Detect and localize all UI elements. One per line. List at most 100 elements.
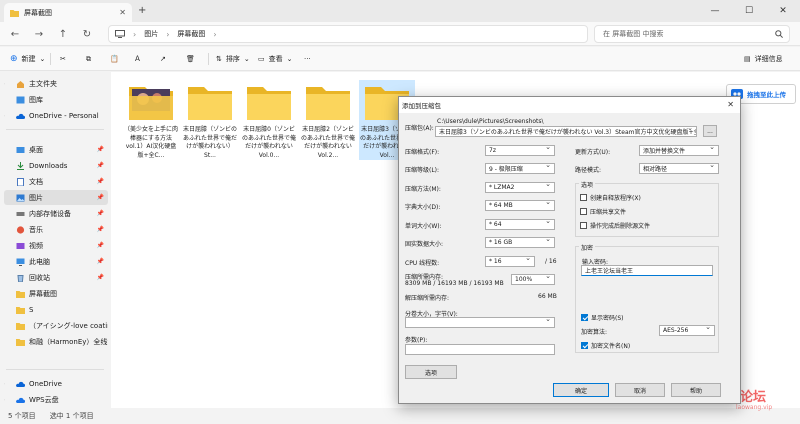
checkbox-label: 压缩共享文件 — [590, 209, 627, 216]
sidebar-item-home[interactable]: › 主文件夹 — [4, 76, 108, 91]
update-mode-select[interactable]: 添加并替换文件 — [639, 145, 719, 156]
new-button[interactable]: ⊕ 新建 ⌄ — [10, 52, 45, 66]
more-options-icon[interactable]: ··· — [304, 52, 311, 66]
file-item[interactable]: （美少女を上手に肉棒器にする方法 vol.1）AI汉化硬盘版+全C... — [123, 80, 179, 160]
divider — [50, 53, 51, 65]
sidebar-item-recycle-bin[interactable]: 回收站 📌 — [4, 270, 108, 285]
sidebar-item-icing-folder[interactable]: （アイシング-love coating — [4, 318, 108, 333]
checkbox-label: 加密文件名(N) — [591, 343, 631, 350]
close-window-button[interactable]: ✕ — [766, 0, 800, 22]
command-bar: ⊕ 新建 ⌄ ✂ ⧉ 📋 Ａ ↗ 🗑 ⇅ 排序 ⌄ ▭ 查看 ⌄ ··· ▤ 详… — [0, 47, 800, 71]
sidebar-item-pictures[interactable]: 图片 📌 — [4, 190, 108, 205]
browse-button[interactable]: ... — [703, 125, 717, 137]
sidebar-item-harmoney-folder[interactable]: 和融（HarmonEy）全线汉 — [4, 334, 108, 349]
rename-icon[interactable]: Ａ — [134, 52, 141, 66]
compression-level-select[interactable]: 9 - 极限压缩 — [485, 163, 555, 174]
split-volume-select[interactable] — [405, 317, 555, 328]
refresh-icon[interactable]: ↻ — [78, 26, 96, 42]
encryption-method-select[interactable]: AES-256 — [659, 325, 715, 336]
title-bar: 屏幕截图 ✕ + — ☐ ✕ — [0, 0, 800, 22]
sidebar-item-internal-storage[interactable]: 内部存储设备 📌 — [4, 206, 108, 221]
sidebar-item-gallery[interactable]: 图库 — [4, 92, 108, 107]
help-button[interactable]: 帮助 — [671, 383, 721, 397]
checkbox-label: 创建自释放程序(X) — [590, 195, 641, 202]
address-bar[interactable]: › 图片 › 屏幕截图 › — [108, 25, 588, 43]
path-mode-select[interactable]: 相对路径 — [639, 163, 719, 174]
sort-button[interactable]: ⇅ 排序 ⌄ — [216, 52, 250, 66]
back-arrow-icon[interactable]: ← — [6, 26, 24, 42]
compression-level-label: 压缩等级(L): — [405, 167, 440, 174]
options-button[interactable]: 选项 — [405, 365, 457, 379]
cloud-icon — [16, 113, 25, 119]
sidebar-item-documents[interactable]: 文档 📌 — [4, 174, 108, 189]
sidebar-item-this-pc[interactable]: 此电脑 📌 — [4, 254, 108, 269]
sidebar-item-videos[interactable]: 视频 📌 — [4, 238, 108, 253]
sidebar-item-wps-cloud[interactable]: › WPS云盘 — [4, 392, 108, 407]
compression-method-select[interactable]: * LZMA2 — [485, 182, 555, 193]
details-button[interactable]: ▤ 详细信息 — [744, 52, 783, 66]
forward-arrow-icon[interactable]: → — [30, 26, 48, 42]
dictionary-size-select[interactable]: * 64 MB — [485, 200, 555, 211]
sidebar-item-onedrive-personal[interactable]: › OneDrive - Personal — [4, 108, 108, 123]
archive-name-value: 末日屈膝3（ゾンビのあふれた世界で俺だけが襲われない Vol.3）Steam官方… — [439, 129, 697, 136]
sidebar-item-desktop[interactable]: 桌面 📌 — [4, 142, 108, 157]
cancel-button[interactable]: 取消 — [615, 383, 665, 397]
cpu-threads-select[interactable]: * 16 — [485, 256, 535, 267]
archive-name-input[interactable]: 末日屈膝3（ゾンビのあふれた世界で俺だけが襲われない Vol.3）Steam官方… — [435, 126, 697, 137]
new-label: 新建 — [21, 55, 36, 63]
format-value: 7z — [489, 147, 496, 154]
maximize-button[interactable]: ☐ — [732, 0, 766, 22]
parameters-input[interactable] — [405, 344, 555, 355]
drive-icon — [16, 211, 25, 216]
folder-icon — [16, 322, 25, 330]
sidebar-item-downloads[interactable]: Downloads 📌 — [4, 158, 108, 173]
tab-screenshots[interactable]: 屏幕截图 ✕ — [4, 3, 132, 22]
cut-icon[interactable]: ✂ — [60, 52, 66, 66]
compress-shared-files-checkbox[interactable]: 压缩共享文件 — [580, 207, 626, 216]
file-item[interactable]: 末日屈膝2（ゾンビのあふれた世界で俺だけが襲われない Vol.2... — [300, 80, 356, 160]
format-label: 压缩格式(F): — [405, 149, 440, 156]
memory-percent-select[interactable]: 100% — [511, 274, 555, 285]
copy-icon[interactable]: ⧉ — [86, 52, 91, 66]
minimize-button[interactable]: — — [698, 0, 732, 22]
create-sfx-checkbox[interactable]: 创建自释放程序(X) — [580, 193, 641, 202]
breadcrumb-separator-icon: › — [213, 29, 217, 39]
plus-icon: ⊕ — [10, 54, 18, 64]
up-arrow-icon[interactable]: ↑ — [54, 26, 72, 42]
solid-block-size-select[interactable]: * 16 GB — [485, 237, 555, 248]
ok-button[interactable]: 确定 — [553, 383, 609, 397]
new-tab-button[interactable]: + — [138, 5, 146, 16]
word-size-select[interactable]: * 64 — [485, 219, 555, 230]
close-tab-icon[interactable]: ✕ — [119, 8, 126, 17]
delete-icon[interactable]: 🗑 — [186, 52, 195, 66]
view-button[interactable]: ▭ 查看 ⌄ — [258, 52, 293, 66]
paste-icon[interactable]: 📋 — [110, 52, 119, 66]
show-password-checkbox[interactable]: 显示密码(S) — [581, 313, 624, 322]
sidebar-item-screenshots-folder[interactable]: 屏幕截图 — [4, 286, 108, 301]
breadcrumb-screenshots[interactable]: 屏幕截图 — [177, 29, 205, 39]
options-group-title: 选项 — [579, 180, 596, 189]
breadcrumb-pictures[interactable]: 图片 — [144, 29, 158, 39]
password-input[interactable]: 上老王论坛当老王 — [581, 265, 713, 276]
format-select[interactable]: 7z — [485, 145, 555, 156]
file-item[interactable]: 末日屈膝（ゾンビのあふれた世界で俺だけが襲われない）St... — [182, 80, 238, 160]
delete-after-compression-checkbox[interactable]: 操作完成后删除源文件 — [580, 221, 650, 230]
password-value: 上老王论坛当老王 — [585, 268, 634, 275]
sidebar-item-onedrive[interactable]: › OneDrive — [4, 376, 108, 391]
sidebar-item-label: 内部存储设备 — [29, 209, 71, 218]
file-name: （美少女を上手に肉棒器にする方法 vol.1）AI汉化硬盘版+全C... — [124, 126, 179, 159]
folder-thumbnail-icon — [129, 84, 173, 120]
folder-icon — [16, 306, 25, 314]
search-box[interactable]: 在 屏幕截图 中搜索 — [594, 25, 790, 43]
file-item[interactable]: 末日屈膝0（ゾンビのあふれた世界で俺だけが襲われない Vol.0... — [241, 80, 297, 160]
sidebar-item-music[interactable]: 音乐 📌 — [4, 222, 108, 237]
sidebar-item-s-folder[interactable]: S — [4, 302, 108, 317]
divider — [6, 369, 104, 370]
encrypt-file-names-checkbox[interactable]: 加密文件名(N) — [581, 341, 630, 350]
checkbox-label: 显示密码(S) — [591, 315, 624, 322]
update-mode-value: 添加并替换文件 — [643, 148, 686, 155]
navigation-bar: ← → ↑ ↻ › 图片 › 屏幕截图 › 在 屏幕截图 中搜索 — [0, 22, 800, 46]
archive-name-label: 压缩包(A): — [405, 125, 434, 132]
share-icon[interactable]: ↗ — [160, 52, 166, 66]
dialog-close-button[interactable]: ✕ — [727, 100, 734, 109]
